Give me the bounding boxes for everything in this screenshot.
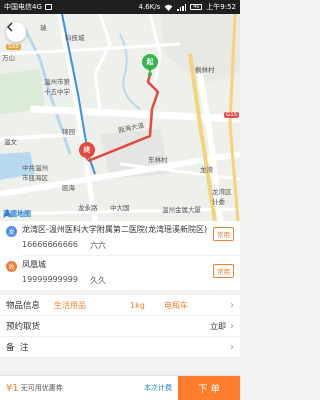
order-panel: 发 龙湾区-温州医科大学附属第二医院(龙湾瑶溪新院区) 16666666666 … <box>0 221 240 358</box>
map-label: 中大国 <box>110 204 130 212</box>
schedule-row[interactable]: 预约取货 立即 › <box>0 316 240 337</box>
end-pin[interactable]: 终 <box>79 142 95 162</box>
amap-logo-icon <box>3 209 12 218</box>
place-order-button[interactable]: 下 单 <box>178 375 240 400</box>
goods-info-label: 物品信息 <box>6 301 41 311</box>
chevron-right-icon: › <box>230 299 234 311</box>
map-label: 龙湾 <box>200 166 213 174</box>
receiver-card[interactable]: 收 凤凰城 19999999999 久久 常用 <box>0 256 240 290</box>
receiver-common-button[interactable]: 常用 <box>213 264 234 278</box>
map-label: 枫林村 <box>195 66 215 74</box>
sender-name: 六六 <box>90 241 106 250</box>
sender-phone: 16666666666 <box>22 240 78 249</box>
net-speed: 4.6K/s <box>138 3 161 11</box>
price: ¥1 <box>6 382 19 394</box>
sender-address: 龙湾区-温州医科大学附属第二医院(龙湾瑶溪新院区) <box>22 225 208 234</box>
chevron-right-icon: › <box>230 341 234 353</box>
chevron-right-icon: › <box>230 320 234 332</box>
map-label: 温州市第 十五中学 <box>44 78 70 96</box>
sender-card[interactable]: 发 龙湾区-温州医科大学附属第二医院(龙湾瑶溪新院区) 16666666666 … <box>0 221 240 255</box>
map-label: 科技城 <box>65 34 85 42</box>
amap-logo: 高德地图 <box>3 209 31 219</box>
sender-common-button[interactable]: 常用 <box>213 227 234 241</box>
goods-vehicle: 电瓶车 <box>164 300 188 310</box>
chevron-left-icon <box>6 22 13 32</box>
goods-weight: 1kg <box>130 300 145 310</box>
remark-row[interactable]: 备 注 › <box>0 337 240 358</box>
back-button[interactable] <box>6 22 26 42</box>
map-canvas <box>0 14 240 221</box>
coupon-text[interactable]: 无可用优惠券 <box>21 383 144 393</box>
bottom-bar: ¥1 无可用优惠券 本次计费 下 单 <box>0 375 240 400</box>
map-label: 锦园 <box>62 128 75 136</box>
road-badge: G15 <box>224 112 240 118</box>
map-label: 东林村 <box>148 156 168 164</box>
status-bar: 中国电信4G 4.6K/s 46 上午9:52 <box>0 0 240 14</box>
fee-detail-link[interactable]: 本次计费 <box>144 383 172 393</box>
app-notification-icon <box>44 4 52 10</box>
map-label: 龙永路 <box>78 204 98 212</box>
carrier-label: 中国电信4G <box>4 3 42 11</box>
goods-category: 生活用品 <box>54 300 86 310</box>
sender-icon: 发 <box>6 226 17 237</box>
map-label: 万山 <box>2 54 15 62</box>
schedule-value: 立即 <box>210 321 226 331</box>
route-map[interactable]: 科技城 温州市第 十五中学 瓯海大道 锦园 东林村 中共温州 市瓯海区 瓯海 龙… <box>0 14 240 221</box>
map-label: 温州金属大厦 <box>162 206 201 214</box>
signal-icon <box>177 3 187 11</box>
schedule-label: 预约取货 <box>6 322 41 332</box>
map-label: 瑞 <box>40 24 47 32</box>
map-label: 龙湾区 计委 <box>212 188 232 206</box>
map-label: 瓯海 <box>62 184 75 192</box>
map-label: 中共温州 市瓯海区 <box>22 164 48 182</box>
receiver-address: 凤凰城 <box>22 260 46 269</box>
end-pin-label: 终 <box>79 142 95 158</box>
receiver-icon: 收 <box>6 261 17 272</box>
receiver-name: 久久 <box>90 276 106 285</box>
remark-label: 备 注 <box>6 343 29 353</box>
clock: 上午9:52 <box>206 3 236 11</box>
wifi-icon <box>164 4 173 11</box>
road-badge: S33 <box>6 44 21 50</box>
receiver-phone: 19999999999 <box>22 275 78 284</box>
map-label: 温文 <box>4 138 17 146</box>
battery-level: 46 <box>193 4 200 10</box>
battery-icon: 46 <box>190 4 203 10</box>
goods-info-row[interactable]: 物品信息 生活用品 1kg 电瓶车 › <box>0 295 240 316</box>
start-pin-label: 起 <box>142 54 158 70</box>
start-pin[interactable]: 起 <box>142 54 158 74</box>
